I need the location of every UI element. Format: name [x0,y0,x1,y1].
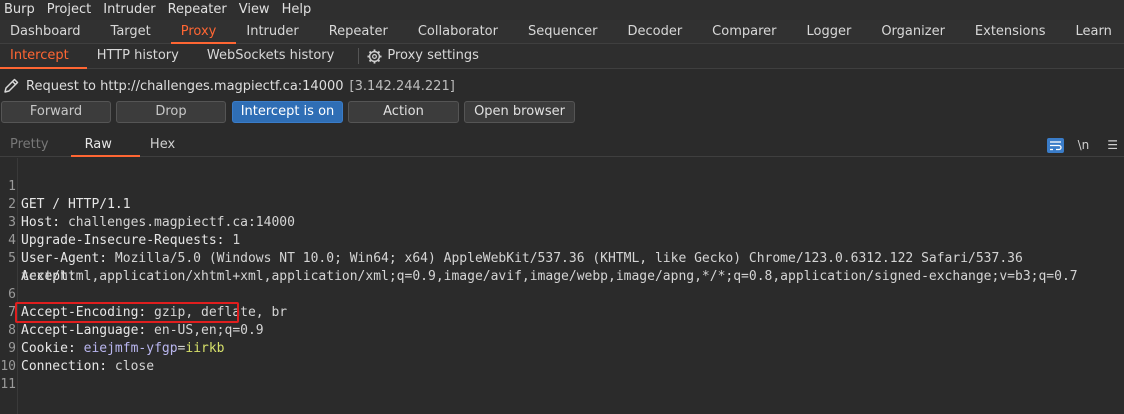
menu-help[interactable]: Help [278,1,320,19]
menu-project[interactable]: Project [43,1,99,19]
subtab-intercept[interactable]: Intercept [0,44,87,69]
request-target-label: Request to http://challenges.magpiectf.c… [26,78,344,94]
request-line-11: 11 [0,358,1124,392]
show-newlines-button[interactable]: \n [1078,138,1090,152]
tab-decoder[interactable]: Decoder [617,21,702,43]
request-editor[interactable]: 1 GET / HTTP/1.1 2 Host: challenges.magp… [0,158,1124,414]
tab-proxy[interactable]: Proxy [170,21,237,44]
tab-target[interactable]: Target [101,21,171,43]
request-info: Request to http://challenges.magpiectf.c… [0,75,1124,97]
editor-toolbar: \n ☰ [1046,134,1124,156]
subtab-separator [358,48,360,64]
tab-learn[interactable]: Learn [1066,21,1124,43]
tab-intruder[interactable]: Intruder [236,21,318,43]
proxy-settings-button[interactable]: Proxy settings [367,44,497,68]
menu-repeater[interactable]: Repeater [164,1,235,19]
action-button[interactable]: Action [348,101,459,123]
editor-menu-icon[interactable]: ☰ [1107,138,1118,152]
request-line-6: 6 Accept-Encoding: gzip, deflate, br [0,268,1124,320]
proxy-settings-label: Proxy settings [387,48,479,63]
tab-extensions[interactable]: Extensions [965,21,1066,43]
tab-pretty[interactable]: Pretty [0,134,71,156]
menu-bar: Burp Project Intruder Repeater View Help [0,0,1124,20]
tab-repeater[interactable]: Repeater [319,21,408,43]
open-browser-button[interactable]: Open browser [464,101,575,123]
pencil-icon [4,78,19,93]
proxy-sub-tabs: Intercept HTTP history WebSockets histor… [0,44,1124,69]
intercept-toggle-button[interactable]: Intercept is on [232,101,343,123]
request-line-5: 5 Accept: [0,232,1124,284]
line-number: 11 [0,377,16,392]
request-line-9: 9 Connection: close [0,322,1124,374]
cookie-highlight-box [15,302,239,323]
menu-view[interactable]: View [235,1,278,19]
tab-logger[interactable]: Logger [797,21,872,43]
forward-button[interactable]: Forward [1,101,111,123]
request-line-5-wrap: text/html,application/xhtml+xml,applicat… [0,250,1124,284]
subtab-websockets-history[interactable]: WebSockets history [197,44,352,68]
message-editor-tabs: Pretty Raw Hex \n ☰ [0,134,1124,157]
request-line-1: 1 GET / HTTP/1.1 [0,160,1124,212]
main-tabs: Dashboard Target Proxy Intruder Repeater… [0,20,1124,44]
wrap-lines-icon [1049,140,1062,150]
menu-burp[interactable]: Burp [0,1,43,19]
tab-raw[interactable]: Raw [70,134,141,157]
request-line-2: 2 Host: challenges.magpiectf.ca:14000 [0,178,1124,230]
subtab-http-history[interactable]: HTTP history [87,44,197,68]
word-wrap-icon[interactable] [1046,137,1064,153]
gear-icon [367,48,382,64]
tab-organizer[interactable]: Organizer [871,21,965,43]
request-line-3: 3 Upgrade-Insecure-Requests: 1 [0,196,1124,248]
drop-button[interactable]: Drop [116,101,226,123]
tab-hex[interactable]: Hex [140,134,197,156]
tab-collaborator[interactable]: Collaborator [408,21,518,43]
tab-sequencer[interactable]: Sequencer [518,21,617,43]
intercept-action-bar: Forward Drop Intercept is on Action Open… [0,101,1124,124]
request-ip: [3.142.244.221] [349,78,455,94]
burp-window: Burp Project Intruder Repeater View Help… [0,0,1124,414]
tab-comparer[interactable]: Comparer [702,21,796,43]
menu-intruder[interactable]: Intruder [99,1,163,19]
tab-dashboard[interactable]: Dashboard [0,21,101,43]
request-line-4: 4 User-Agent: Mozilla/5.0 (Windows NT 10… [0,214,1124,266]
request-line-10: 10 [0,340,1124,374]
